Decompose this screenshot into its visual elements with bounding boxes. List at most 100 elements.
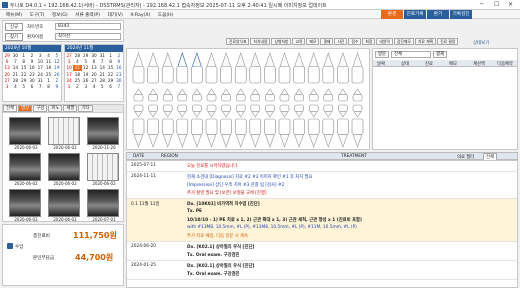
calendar-day[interactable]: 7 bbox=[115, 83, 123, 89]
new-patient-button[interactable]: 신규 bbox=[5, 23, 23, 31]
tooth[interactable] bbox=[352, 104, 363, 118]
tooth[interactable] bbox=[250, 88, 261, 102]
toolbar-button[interactable]: 접수 bbox=[348, 38, 362, 45]
tooth[interactable] bbox=[337, 52, 349, 84]
visit-filter[interactable]: 방문 bbox=[375, 51, 390, 58]
calendar-day[interactable]: 13 bbox=[90, 65, 98, 71]
menu-item[interactable]: 서류 출력(P) bbox=[75, 12, 100, 18]
toolbar-button[interactable]: 치료 계획 bbox=[414, 38, 437, 45]
maximize-icon[interactable]: ☐ bbox=[494, 1, 499, 8]
calendar-day[interactable]: 1 bbox=[65, 83, 73, 89]
tooth[interactable] bbox=[176, 52, 189, 84]
calendar-day[interactable]: 19 bbox=[53, 65, 61, 71]
calendar-day[interactable]: 23 bbox=[28, 71, 36, 77]
toolbar-button[interactable]: 결제 bbox=[320, 38, 334, 45]
toolbar-button[interactable]: 내원력 bbox=[376, 38, 393, 45]
tab-records[interactable]: 진료기록 bbox=[404, 10, 426, 19]
menu-item[interactable]: 메뉴(M) bbox=[6, 12, 22, 18]
image-tab[interactable]: 영상 bbox=[18, 105, 33, 112]
chart-note-row[interactable]: 2025-07-11 오늘 진료를 시작하였습니다. bbox=[127, 161, 517, 172]
tooth[interactable] bbox=[352, 88, 363, 102]
tooth[interactable] bbox=[351, 118, 364, 148]
tab-ventilation[interactable]: 환기 bbox=[427, 10, 449, 19]
tooth[interactable] bbox=[308, 88, 319, 102]
tooth[interactable] bbox=[192, 104, 202, 118]
tooth[interactable] bbox=[323, 88, 334, 102]
tooth[interactable] bbox=[279, 88, 290, 102]
calendar-day[interactable]: 27 bbox=[90, 77, 98, 83]
payment-filter[interactable]: 결제 bbox=[433, 51, 448, 58]
chart-note-row[interactable]: 2024-01-25 Dx. [K02.1] 상아질의 우식 [진단] Tx. Or… bbox=[127, 261, 517, 280]
tooth[interactable] bbox=[161, 118, 174, 148]
tooth[interactable] bbox=[293, 52, 305, 84]
tooth[interactable] bbox=[147, 52, 159, 84]
calendar-day[interactable]: 8 bbox=[44, 83, 52, 89]
tooth[interactable] bbox=[307, 118, 320, 148]
tooth[interactable] bbox=[265, 88, 275, 102]
menu-item[interactable]: 정보(G) bbox=[52, 12, 68, 18]
tooth[interactable] bbox=[322, 118, 335, 148]
tooth[interactable] bbox=[235, 88, 246, 102]
chart-note-row[interactable]: 2024-06-20 Dx. [K02.1] 상아질의 우식 [진단] Tx. Or… bbox=[127, 242, 517, 261]
tooth[interactable] bbox=[161, 52, 174, 84]
tooth[interactable] bbox=[221, 88, 231, 102]
tab-settings[interactable]: 환경 bbox=[381, 10, 403, 19]
tooth[interactable] bbox=[132, 52, 145, 84]
tooth[interactable] bbox=[265, 104, 275, 118]
tooth[interactable] bbox=[294, 88, 304, 102]
toolbar-button[interactable]: 진료양식표 bbox=[226, 38, 250, 45]
tooth[interactable] bbox=[235, 104, 246, 118]
tooth[interactable] bbox=[133, 88, 144, 102]
tooth[interactable] bbox=[279, 104, 290, 118]
tooth[interactable] bbox=[234, 52, 247, 84]
xray-thumbnail[interactable]: 2020-06-02 bbox=[9, 117, 43, 151]
tooth[interactable] bbox=[322, 52, 335, 84]
toolbar-button[interactable]: 상병처방 bbox=[271, 38, 292, 45]
tooth[interactable] bbox=[323, 104, 334, 118]
tooth[interactable] bbox=[205, 118, 218, 148]
calendar-day[interactable]: 6 bbox=[106, 83, 114, 89]
tooth[interactable] bbox=[206, 88, 217, 102]
patient-name-field[interactable]: 최하진 bbox=[55, 33, 121, 40]
calendar-day[interactable]: 9 bbox=[53, 83, 61, 89]
calendar-day[interactable]: 5 bbox=[98, 83, 106, 89]
xray-thumbnail[interactable]: 2020-06-02 bbox=[9, 153, 43, 187]
tooth[interactable] bbox=[351, 52, 364, 84]
calendar-day[interactable]: 12 bbox=[53, 58, 61, 64]
image-tab[interactable]: 파노 bbox=[48, 105, 63, 112]
calendar-day[interactable]: 7 bbox=[36, 83, 44, 89]
calendar-day[interactable]: 3 bbox=[82, 83, 90, 89]
tooth[interactable] bbox=[278, 52, 291, 84]
tooth[interactable] bbox=[307, 52, 320, 84]
image-tab[interactable]: 세팔 bbox=[63, 105, 78, 112]
toolbar-button[interactable]: 메모 bbox=[306, 38, 320, 45]
tooth[interactable] bbox=[337, 118, 349, 148]
calendar-day[interactable]: 4 bbox=[11, 83, 19, 89]
search-button[interactable]: 찾기 bbox=[5, 33, 23, 41]
calendar-day[interactable]: 6 bbox=[28, 83, 36, 89]
tooth[interactable] bbox=[278, 118, 291, 148]
tooth[interactable] bbox=[220, 118, 232, 148]
calendar-day[interactable]: 4 bbox=[90, 83, 98, 89]
calendar-day[interactable]: 3 bbox=[3, 83, 11, 89]
tooth[interactable] bbox=[177, 104, 188, 118]
minimize-icon[interactable]: ─ bbox=[480, 1, 484, 8]
calendar-day[interactable]: 26 bbox=[53, 71, 61, 77]
tooth[interactable] bbox=[221, 104, 231, 118]
tooth[interactable] bbox=[264, 118, 276, 148]
image-tab[interactable]: 전체 bbox=[3, 105, 18, 112]
tooth[interactable] bbox=[147, 118, 159, 148]
xray-thumbnail[interactable]: 2020-06-02 bbox=[48, 117, 82, 151]
xray-thumbnail[interactable]: 2020-06-02 bbox=[9, 189, 43, 223]
calendar-day[interactable]: 2 bbox=[73, 83, 81, 89]
toolbar-button[interactable]: 사진 bbox=[334, 38, 348, 45]
visit-select[interactable]: 전체 bbox=[391, 51, 431, 58]
image-tab[interactable]: 기타 bbox=[78, 105, 93, 112]
toolbar-button[interactable]: 진료 결정 bbox=[437, 38, 459, 45]
xray-thumbnail[interactable]: 2020-06-02 bbox=[48, 189, 82, 223]
tooth[interactable] bbox=[338, 88, 348, 102]
tooth[interactable] bbox=[176, 118, 189, 148]
calendar-day[interactable]: 20 bbox=[90, 71, 98, 77]
image-tab[interactable]: 구강 bbox=[33, 105, 48, 112]
calendar-day[interactable]: 30 bbox=[28, 77, 36, 83]
